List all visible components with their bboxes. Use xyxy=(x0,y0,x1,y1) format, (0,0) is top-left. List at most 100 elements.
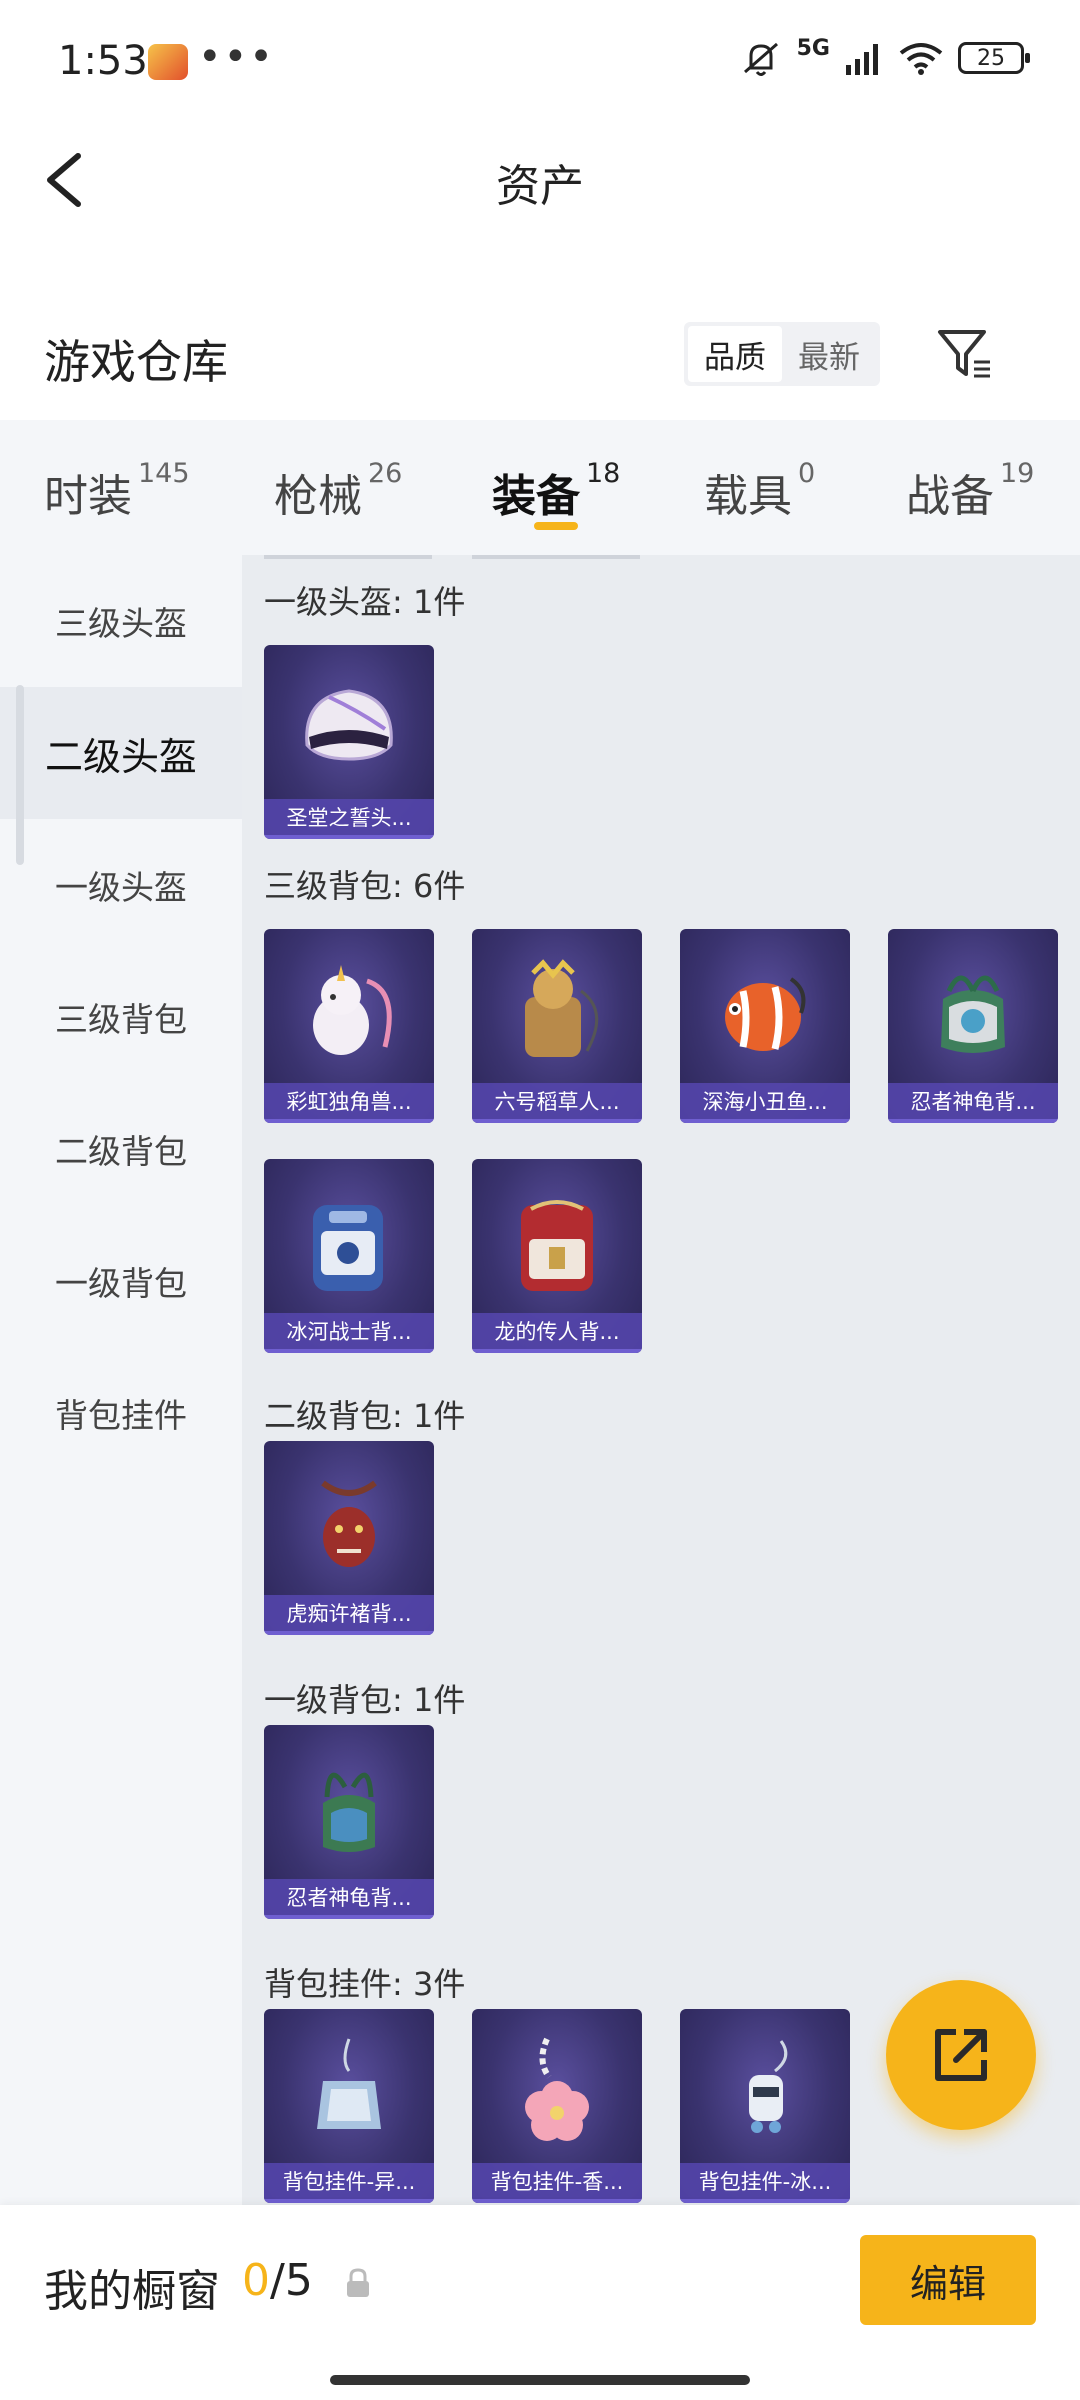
mute-icon xyxy=(743,42,778,76)
dragon-heir-backpack-icon xyxy=(521,1200,593,1291)
share-button[interactable] xyxy=(886,1980,1036,2130)
card-edge xyxy=(472,555,640,559)
scarecrow-backpack-icon xyxy=(525,959,599,1057)
sidebar-item-helmet-2[interactable]: 二级头盔 xyxy=(0,687,242,819)
item-name: 圣堂之誓头... xyxy=(264,799,434,835)
item-name: 忍者神龟背... xyxy=(888,1083,1058,1119)
status-indicators: 5G 25 xyxy=(739,35,1030,78)
tab-guns[interactable]: 枪械 26 xyxy=(274,458,403,524)
showcase-current: 0 xyxy=(242,2255,270,2306)
sidebar-item-backpack-3[interactable]: 三级背包 xyxy=(0,951,242,1083)
battery-level: 25 xyxy=(977,45,1005,71)
sidebar-item-backpack-1[interactable]: 一级背包 xyxy=(0,1215,242,1347)
sort-option-quality[interactable]: 品质 xyxy=(688,326,782,382)
section-title: 二级背包: 1件 xyxy=(264,1397,466,1435)
category-tabs: 时装 145 枪械 26 装备 18 载具 0 战备 19 xyxy=(0,420,1080,555)
sidebar-item-backpack-charm[interactable]: 背包挂件 xyxy=(0,1347,242,1479)
item-name: 背包挂件-异... xyxy=(264,2163,434,2199)
item-card[interactable]: 背包挂件-香... xyxy=(472,2009,642,2203)
edit-button[interactable]: 编辑 xyxy=(860,2235,1036,2325)
flower-charm-icon xyxy=(525,2037,589,2141)
warehouse-header: 游戏仓库 品质 最新 xyxy=(0,300,1080,410)
item-name: 忍者神龟背... xyxy=(264,1879,434,1915)
item-name: 彩虹独角兽... xyxy=(264,1083,434,1119)
tab-label: 战备 xyxy=(906,471,994,522)
showcase-count: 0/5 xyxy=(242,2255,313,2306)
unicorn-backpack-icon xyxy=(313,965,392,1055)
tab-count: 145 xyxy=(138,458,190,489)
showcase-label: 我的橱窗 xyxy=(44,2266,220,2317)
item-name: 深海小丑鱼... xyxy=(680,1083,850,1119)
status-bar: 1:53 ••• 5G 25 xyxy=(0,0,1080,120)
sort-toggle: 品质 最新 xyxy=(684,322,880,386)
status-time: 1:53 xyxy=(58,38,148,84)
status-more-dots: ••• xyxy=(198,34,275,80)
wifi-icon xyxy=(899,43,943,75)
tab-count: 0 xyxy=(798,458,816,489)
app-notification-icon xyxy=(148,44,188,80)
item-card[interactable]: 彩虹独角兽... xyxy=(264,929,434,1123)
clownfish-backpack-icon xyxy=(725,977,806,1051)
tab-equipment[interactable]: 装备 18 xyxy=(492,458,621,524)
glacier-warrior-backpack-icon xyxy=(313,1205,383,1291)
item-name: 冰河战士背... xyxy=(264,1313,434,1349)
warehouse-title: 游戏仓库 xyxy=(44,335,228,389)
sidebar-item-helmet-1[interactable]: 一级头盔 xyxy=(0,819,242,951)
ninja-turtle-backpack-icon xyxy=(941,975,1005,1053)
tab-label: 枪械 xyxy=(274,471,362,522)
section-title: 一级背包: 1件 xyxy=(264,1681,466,1719)
page-header: 资产 xyxy=(0,120,1080,240)
share-external-icon xyxy=(935,2029,987,2081)
ice-charm-icon xyxy=(749,2040,788,2133)
tab-label: 载具 xyxy=(704,471,792,522)
item-name: 虎痴许褚背... xyxy=(264,1595,434,1631)
sidebar-nav: 三级头盔 二级头盔 一级头盔 三级背包 二级背包 一级背包 背包挂件 xyxy=(0,555,242,2205)
home-indicator[interactable] xyxy=(330,2375,750,2385)
item-card[interactable]: 冰河战士背... xyxy=(264,1159,434,1353)
item-card[interactable]: 六号稻草人... xyxy=(472,929,642,1123)
item-grid: 一级头盔: 1件 圣堂之誓头... 三级背包: 6件 彩虹独角兽... 六号稻草… xyxy=(242,555,1080,2205)
helmet-icon xyxy=(305,689,393,761)
item-card[interactable]: 背包挂件-异... xyxy=(264,2009,434,2203)
tab-count: 18 xyxy=(586,458,621,489)
network-type: 5G xyxy=(796,35,830,61)
item-name: 背包挂件-香... xyxy=(472,2163,642,2199)
filter-icon[interactable] xyxy=(934,324,994,384)
previous-row-edge xyxy=(242,555,1080,561)
page-title: 资产 xyxy=(496,161,584,212)
item-name: 背包挂件-冰... xyxy=(680,2163,850,2199)
item-card[interactable]: 圣堂之誓头... xyxy=(264,645,434,839)
tiger-backpack-icon xyxy=(321,1480,377,1567)
sidebar-item-backpack-2[interactable]: 二级背包 xyxy=(0,1083,242,1215)
ninja-turtle-backpack-icon xyxy=(323,1772,375,1852)
item-name: 六号稻草人... xyxy=(472,1083,642,1119)
sidebar-scrollbar[interactable] xyxy=(16,685,24,865)
tab-label: 时装 xyxy=(44,471,132,522)
item-card[interactable]: 忍者神龟背... xyxy=(888,929,1058,1123)
sort-option-newest[interactable]: 最新 xyxy=(782,326,876,382)
backpack-charm-icon xyxy=(317,2038,381,2129)
item-card[interactable]: 背包挂件-冰... xyxy=(680,2009,850,2203)
lock-icon xyxy=(347,2268,369,2297)
item-card[interactable]: 龙的传人背... xyxy=(472,1159,642,1353)
item-card[interactable]: 忍者神龟背... xyxy=(264,1725,434,1919)
battery-indicator: 25 xyxy=(958,42,1030,74)
sidebar-item-helmet-3[interactable]: 三级头盔 xyxy=(0,555,242,687)
tab-supplies[interactable]: 战备 19 xyxy=(906,458,1035,524)
active-tab-indicator xyxy=(534,522,578,530)
section-title: 一级头盔: 1件 xyxy=(264,583,466,621)
section-title: 背包挂件: 3件 xyxy=(264,1965,466,2003)
tab-count: 19 xyxy=(1000,458,1035,489)
card-edge xyxy=(264,555,432,559)
item-card[interactable]: 深海小丑鱼... xyxy=(680,929,850,1123)
tab-vehicles[interactable]: 载具 0 xyxy=(704,458,816,524)
showcase-total: /5 xyxy=(270,2255,313,2306)
item-name: 龙的传人背... xyxy=(472,1313,642,1349)
section-title: 三级背包: 6件 xyxy=(264,867,466,905)
tab-count: 26 xyxy=(368,458,403,489)
signal-icon xyxy=(846,44,878,75)
item-card[interactable]: 虎痴许褚背... xyxy=(264,1441,434,1635)
showcase-bar: 我的橱窗 0/5 编辑 xyxy=(0,2205,1080,2400)
tab-fashion[interactable]: 时装 145 xyxy=(44,458,190,524)
tab-label: 装备 xyxy=(492,471,580,522)
